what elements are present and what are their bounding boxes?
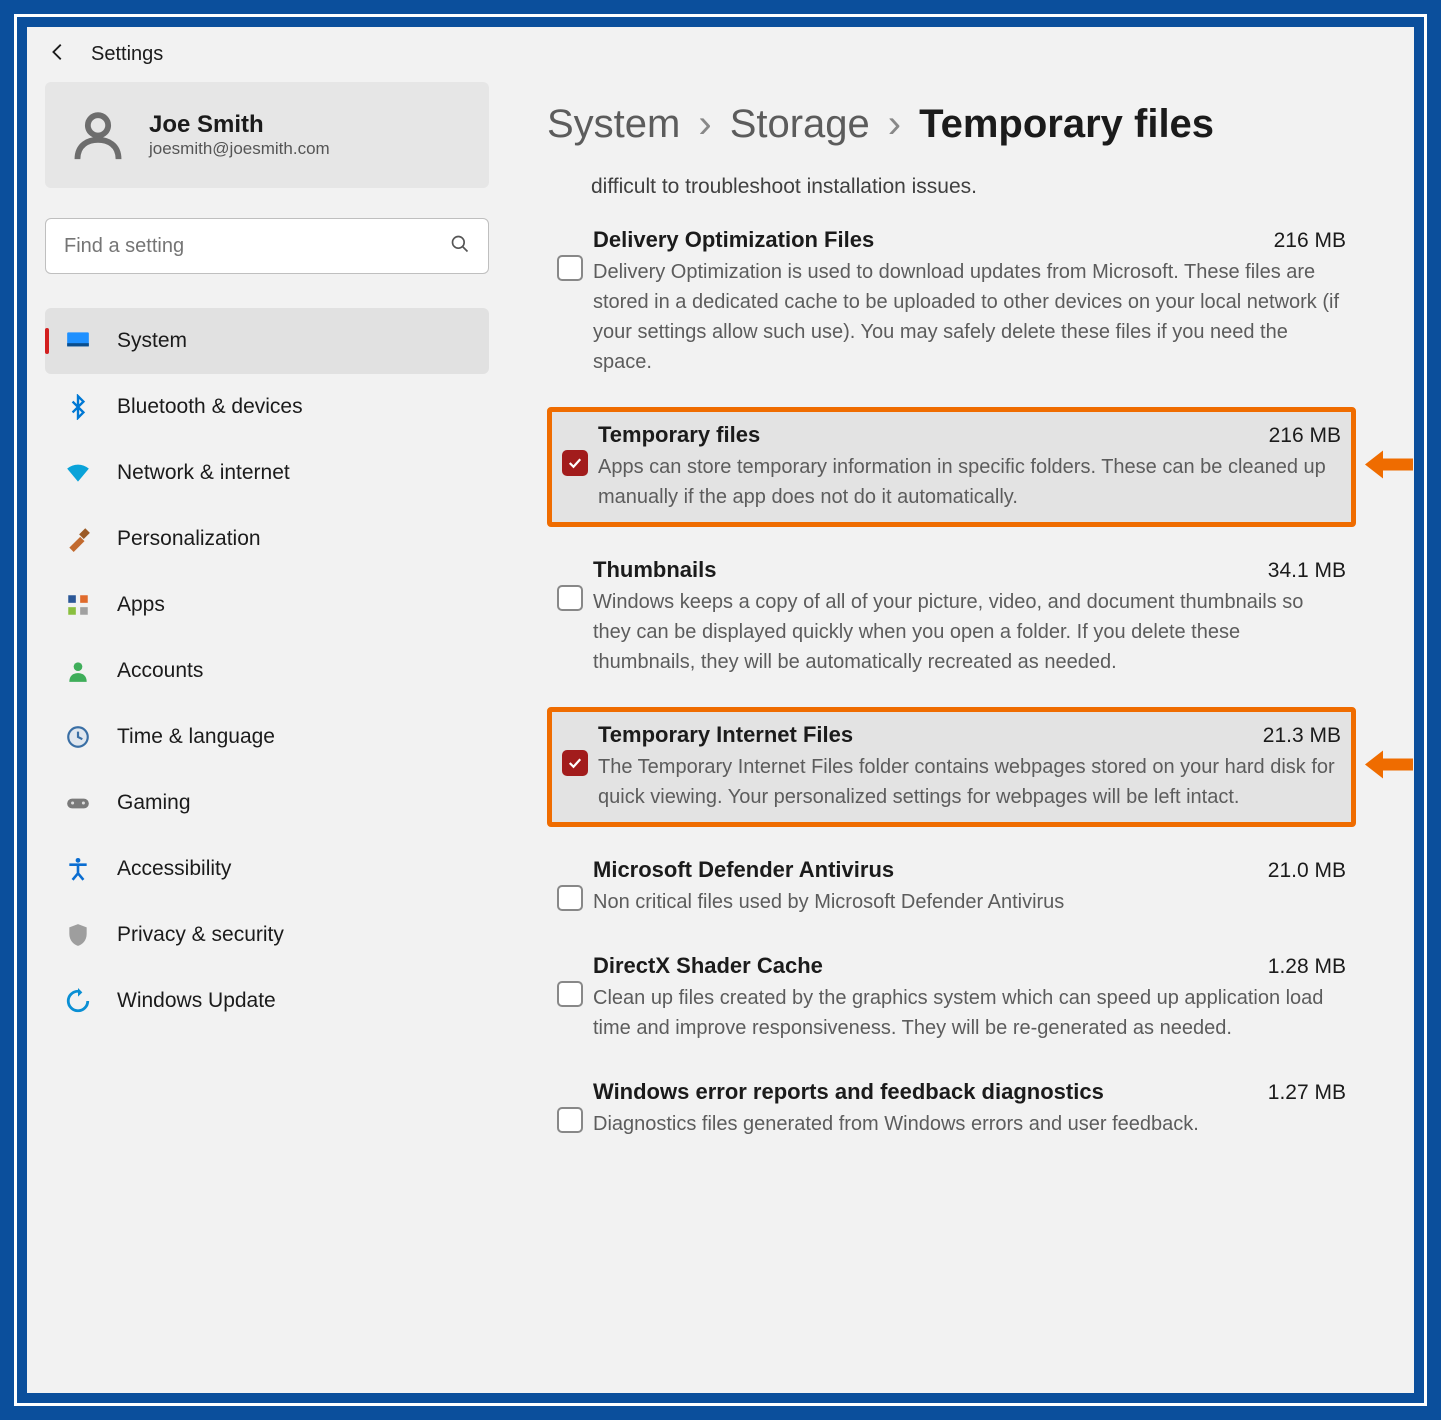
main-content: System › Storage › Temporary files diffi… bbox=[507, 82, 1414, 1390]
titlebar: Settings bbox=[27, 27, 1414, 82]
item-description: The Temporary Internet Files folder cont… bbox=[598, 752, 1341, 812]
chevron-right-icon: › bbox=[888, 102, 901, 147]
profile-email: joesmith@joesmith.com bbox=[149, 139, 330, 159]
item-size: 216 MB bbox=[1274, 229, 1346, 253]
item-description: Diagnostics files generated from Windows… bbox=[593, 1109, 1346, 1139]
item-checkbox[interactable] bbox=[562, 450, 588, 476]
storage-item: Windows error reports and feedback diagn… bbox=[547, 1073, 1356, 1145]
item-size: 216 MB bbox=[1269, 424, 1341, 448]
item-description: Non critical files used by Microsoft Def… bbox=[593, 887, 1346, 917]
item-checkbox[interactable] bbox=[562, 750, 588, 776]
profile-card[interactable]: Joe Smith joesmith@joesmith.com bbox=[45, 82, 489, 188]
profile-name: Joe Smith bbox=[149, 111, 330, 139]
chevron-right-icon: › bbox=[698, 102, 711, 147]
item-title: Windows error reports and feedback diagn… bbox=[593, 1079, 1104, 1105]
item-description: Clean up files created by the graphics s… bbox=[593, 983, 1346, 1043]
storage-item: Microsoft Defender Antivirus 21.0 MB Non c… bbox=[547, 851, 1356, 923]
storage-item: Temporary Internet Files 21.3 MB The Tempo… bbox=[547, 707, 1356, 827]
accessibility-icon bbox=[65, 856, 91, 882]
person-icon bbox=[65, 658, 91, 684]
search-box[interactable] bbox=[45, 218, 489, 274]
storage-items-list: Delivery Optimization Files 216 MB Deliver… bbox=[547, 221, 1356, 1145]
avatar-icon bbox=[69, 106, 127, 164]
lead-text: difficult to troubleshoot installation i… bbox=[591, 175, 1356, 199]
storage-item: Temporary files 216 MB Apps can store temp… bbox=[547, 407, 1356, 527]
search-icon bbox=[450, 234, 470, 259]
sidebar-item-label: System bbox=[117, 329, 187, 353]
item-checkbox[interactable] bbox=[557, 1107, 583, 1133]
sidebar-item-apps[interactable]: Apps bbox=[45, 572, 489, 638]
sidebar-item-label: Accounts bbox=[117, 659, 203, 683]
item-title: Thumbnails bbox=[593, 557, 716, 583]
update-icon bbox=[65, 988, 91, 1014]
sidebar-item-gaming[interactable]: Gaming bbox=[45, 770, 489, 836]
sidebar-item-label: Gaming bbox=[117, 791, 191, 815]
item-description: Windows keeps a copy of all of your pict… bbox=[593, 587, 1346, 677]
bluetooth-icon bbox=[65, 394, 91, 420]
item-size: 34.1 MB bbox=[1268, 559, 1346, 583]
item-size: 1.27 MB bbox=[1268, 1081, 1346, 1105]
item-checkbox[interactable] bbox=[557, 255, 583, 281]
sidebar-item-time-language[interactable]: Time & language bbox=[45, 704, 489, 770]
sidebar-item-personalization[interactable]: Personalization bbox=[45, 506, 489, 572]
sidebar: Joe Smith joesmith@joesmith.com System Bl… bbox=[27, 82, 507, 1390]
sidebar-item-label: Apps bbox=[117, 593, 165, 617]
item-description: Delivery Optimization is used to downloa… bbox=[593, 257, 1346, 377]
sidebar-item-system[interactable]: System bbox=[45, 308, 489, 374]
sidebar-nav: System Bluetooth & devices Network & inter… bbox=[45, 308, 489, 1034]
storage-item: Thumbnails 34.1 MB Windows keeps a copy of… bbox=[547, 551, 1356, 683]
sidebar-item-network-internet[interactable]: Network & internet bbox=[45, 440, 489, 506]
sidebar-item-label: Windows Update bbox=[117, 989, 276, 1013]
breadcrumb-current: Temporary files bbox=[919, 102, 1214, 147]
sidebar-item-label: Time & language bbox=[117, 725, 275, 749]
gamepad-icon bbox=[65, 790, 91, 816]
item-title: Delivery Optimization Files bbox=[593, 227, 874, 253]
storage-item: DirectX Shader Cache 1.28 MB Clean up file… bbox=[547, 947, 1356, 1049]
item-title: Temporary Internet Files bbox=[598, 722, 853, 748]
sidebar-item-privacy-security[interactable]: Privacy & security bbox=[45, 902, 489, 968]
sidebar-item-bluetooth-devices[interactable]: Bluetooth & devices bbox=[45, 374, 489, 440]
search-input[interactable] bbox=[64, 235, 450, 258]
window-title: Settings bbox=[91, 43, 163, 66]
brush-icon bbox=[65, 526, 91, 552]
apps-icon bbox=[65, 592, 91, 618]
item-size: 21.3 MB bbox=[1263, 724, 1341, 748]
sidebar-item-label: Personalization bbox=[117, 527, 261, 551]
item-checkbox[interactable] bbox=[557, 885, 583, 911]
sidebar-item-label: Accessibility bbox=[117, 857, 231, 881]
callout-arrow-icon bbox=[1365, 451, 1413, 484]
callout-arrow-icon bbox=[1365, 751, 1413, 784]
sidebar-item-accounts[interactable]: Accounts bbox=[45, 638, 489, 704]
back-arrow-icon[interactable] bbox=[47, 41, 69, 68]
sidebar-item-label: Privacy & security bbox=[117, 923, 284, 947]
item-description: Apps can store temporary information in … bbox=[598, 452, 1341, 512]
item-title: DirectX Shader Cache bbox=[593, 953, 823, 979]
storage-item: Delivery Optimization Files 216 MB Deliver… bbox=[547, 221, 1356, 383]
item-size: 21.0 MB bbox=[1268, 859, 1346, 883]
settings-window: Settings Joe Smith joesmith@joesmith.com bbox=[27, 27, 1414, 1393]
breadcrumb-level1[interactable]: System bbox=[547, 102, 680, 147]
sidebar-item-accessibility[interactable]: Accessibility bbox=[45, 836, 489, 902]
item-size: 1.28 MB bbox=[1268, 955, 1346, 979]
sidebar-item-label: Network & internet bbox=[117, 461, 290, 485]
breadcrumb: System › Storage › Temporary files bbox=[547, 102, 1356, 147]
breadcrumb-level2[interactable]: Storage bbox=[730, 102, 870, 147]
item-checkbox[interactable] bbox=[557, 585, 583, 611]
clock-icon bbox=[65, 724, 91, 750]
monitor-icon bbox=[65, 328, 91, 354]
shield-icon bbox=[65, 922, 91, 948]
sidebar-item-windows-update[interactable]: Windows Update bbox=[45, 968, 489, 1034]
item-title: Microsoft Defender Antivirus bbox=[593, 857, 894, 883]
wifi-icon bbox=[65, 460, 91, 486]
item-title: Temporary files bbox=[598, 422, 760, 448]
sidebar-item-label: Bluetooth & devices bbox=[117, 395, 303, 419]
item-checkbox[interactable] bbox=[557, 981, 583, 1007]
